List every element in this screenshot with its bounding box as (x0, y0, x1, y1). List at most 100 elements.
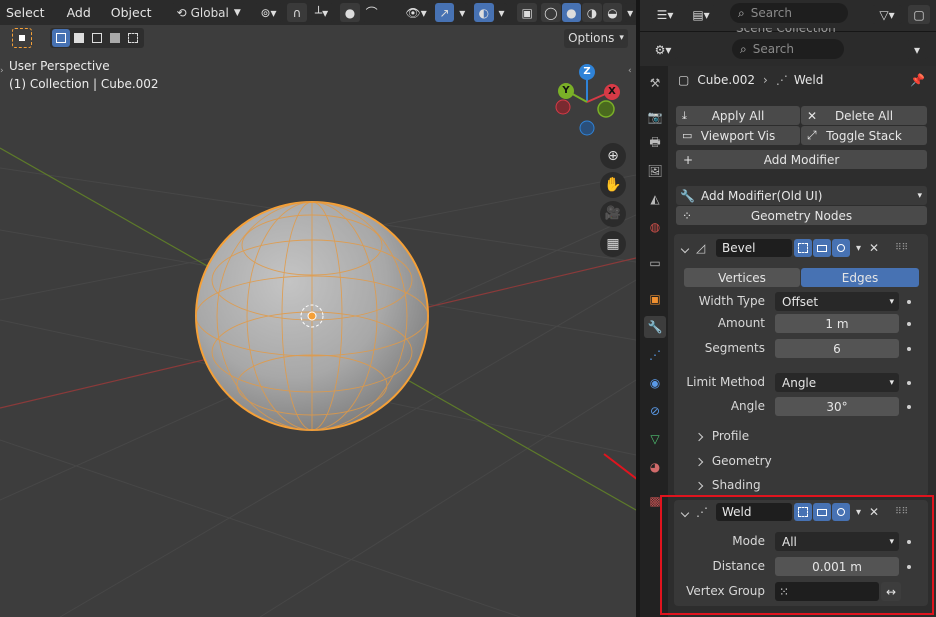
keyframe-dot[interactable] (907, 405, 911, 409)
chevron-down-icon[interactable]: ▾ (456, 3, 469, 22)
proportional-edit-icon[interactable]: ● (340, 3, 360, 22)
weld-name-field[interactable]: Weld (716, 503, 792, 521)
bevel-name-field[interactable]: Bevel (716, 239, 792, 257)
pan-hand-icon[interactable]: ✋ (600, 172, 626, 198)
invert-vertex-group-icon[interactable]: ↔ (881, 582, 901, 601)
close-icon[interactable]: ✕ (869, 241, 879, 255)
select-subtract-icon[interactable] (88, 29, 106, 47)
delete-all-button[interactable]: ✕ Delete All (801, 106, 927, 125)
drag-handle-icon[interactable]: ⠿⠿ (895, 243, 908, 253)
zoom-icon[interactable]: ⊕ (600, 143, 626, 169)
properties-editor-icon[interactable]: ⚙▾ (648, 40, 678, 59)
select-intersect-icon[interactable] (124, 29, 142, 47)
properties-search-input[interactable]: ⌕ Search (732, 39, 844, 59)
viewport-toggle-icon[interactable] (813, 239, 831, 257)
rendered-shading-icon[interactable]: ◒ (602, 3, 623, 22)
chevron-down-icon[interactable]: ▾ (856, 507, 861, 518)
angle-field[interactable]: 30° (775, 397, 899, 416)
editor-type-icon[interactable]: ☰▾ (650, 5, 680, 24)
add-modifier-button[interactable]: + Add Modifier (676, 150, 927, 169)
apply-all-button[interactable]: ⤓ Apply All (676, 106, 800, 125)
gizmo-y-icon[interactable]: Y (558, 83, 574, 99)
keyframe-dot[interactable] (907, 540, 911, 544)
vertex-group-field[interactable]: ⁙ (775, 582, 879, 601)
drag-handle-icon[interactable]: ⠿⠿ (895, 507, 908, 517)
perspective-grid-icon[interactable]: ▦ (600, 231, 626, 257)
select-new-icon[interactable] (52, 29, 70, 47)
chevron-down-icon[interactable]: ▾ (624, 3, 636, 22)
gizmo-x-icon[interactable]: X (604, 84, 620, 100)
edit-mode-toggle-icon[interactable] (794, 239, 812, 257)
constraints-tab-icon[interactable]: ⊘ (644, 400, 666, 422)
limit-method-dropdown[interactable]: Angle ▾ (775, 373, 899, 392)
navigation-gizmo[interactable]: Z Y X (550, 62, 630, 138)
modifier-tab-icon[interactable]: 🔧 (644, 316, 666, 338)
3d-viewport[interactable]: Select Add Object ⟲ Global ▼ ⊚▾ ∩ ┴▾ ● ⌒… (0, 0, 636, 617)
edit-mode-toggle-icon[interactable] (794, 503, 812, 521)
viewport-toggle-icon[interactable] (813, 503, 831, 521)
collection-tab-icon[interactable]: ▭ (644, 252, 666, 274)
menu-object[interactable]: Object (105, 0, 158, 25)
physics-tab-icon[interactable]: ◉ (644, 372, 666, 394)
pin-icon[interactable]: 📌 (910, 73, 925, 87)
wireframe-shading-icon[interactable]: ◯ (541, 3, 561, 22)
material-shading-icon[interactable]: ◑ (582, 3, 602, 22)
add-modifier-old-dropdown[interactable]: 🔧 Add Modifier(Old UI) ▾ (676, 186, 927, 205)
render-toggle-icon[interactable] (832, 503, 850, 521)
orientation-dropdown[interactable]: ⟲ Global ▼ (171, 3, 246, 22)
chevron-down-icon[interactable]: ▾ (906, 40, 928, 59)
camera-view-icon[interactable]: 🎥 (600, 201, 626, 227)
geometry-subpanel[interactable]: Geometry (694, 454, 772, 468)
world-tab-icon[interactable]: ◍ (644, 216, 666, 238)
snap-target-icon[interactable]: ┴▾ (308, 3, 335, 22)
view-layer-tab-icon[interactable]: 🖼 (644, 160, 666, 182)
close-icon[interactable]: ✕ (869, 505, 879, 519)
options-dropdown[interactable]: Options ▾ (564, 28, 628, 48)
mode-dropdown[interactable]: All ▾ (775, 532, 899, 551)
tab-vertices[interactable]: Vertices (684, 268, 800, 287)
distance-field[interactable]: 0.001 m (775, 557, 899, 576)
viewport-vis-button[interactable]: ▭ Viewport Vis (676, 126, 800, 145)
snap-icon[interactable]: ∩ (287, 3, 307, 22)
chevron-down-icon[interactable]: ▾ (495, 3, 508, 22)
new-collection-icon[interactable]: ▢ (908, 5, 930, 24)
particles-tab-icon[interactable]: ⋰ (644, 344, 666, 366)
falloff-icon[interactable]: ⌒ (361, 3, 382, 22)
tool-tab-icon[interactable]: ⚒ (644, 72, 666, 94)
collapse-chevron-icon[interactable] (680, 505, 696, 519)
collapse-chevron-icon[interactable] (680, 241, 696, 255)
expand-arrow-icon[interactable]: › (0, 66, 8, 80)
filter-icon[interactable]: ▽▾ (872, 5, 902, 24)
pivot-point-icon[interactable]: ⊚▾ (253, 3, 284, 22)
solid-shading-icon[interactable]: ● (561, 3, 582, 22)
gizmo-z-icon[interactable]: Z (579, 64, 595, 80)
menu-add[interactable]: Add (61, 0, 97, 25)
render-tab-icon[interactable]: 📷 (644, 106, 666, 128)
tab-edges[interactable]: Edges (801, 268, 919, 287)
collapse-arrow-icon[interactable]: ‹ (628, 66, 636, 80)
shading-subpanel[interactable]: Shading (694, 478, 761, 492)
object-tab-icon[interactable]: ▣ (644, 288, 666, 310)
keyframe-dot[interactable] (907, 300, 911, 304)
amount-field[interactable]: 1 m (775, 314, 899, 333)
render-toggle-icon[interactable] (832, 239, 850, 257)
display-mode-icon[interactable]: ▤▾ (686, 5, 716, 24)
chevron-down-icon[interactable]: ▾ (856, 243, 861, 254)
material-tab-icon[interactable]: ◕ (644, 456, 666, 478)
keyframe-dot[interactable] (907, 322, 911, 326)
xray-icon[interactable]: ▣ (517, 3, 537, 22)
gizmo-toggle-icon[interactable]: ↗ (434, 3, 455, 22)
keyframe-dot[interactable] (907, 381, 911, 385)
geometry-nodes-button[interactable]: ⁘ Geometry Nodes (676, 206, 927, 225)
select-invert-icon[interactable] (106, 29, 124, 47)
outliner-search-input[interactable]: ⌕ Search (730, 3, 848, 23)
keyframe-dot[interactable] (907, 565, 911, 569)
overlays-icon[interactable]: ◐ (474, 3, 494, 22)
data-tab-icon[interactable]: ▽ (644, 428, 666, 450)
profile-subpanel[interactable]: Profile (694, 429, 749, 443)
scene-tab-icon[interactable]: ◭ (644, 188, 666, 210)
output-tab-icon[interactable]: 🖶 (644, 132, 666, 154)
select-extend-icon[interactable] (70, 29, 88, 47)
select-box-tool-icon[interactable] (12, 28, 32, 48)
sphere-mesh[interactable] (195, 201, 429, 431)
